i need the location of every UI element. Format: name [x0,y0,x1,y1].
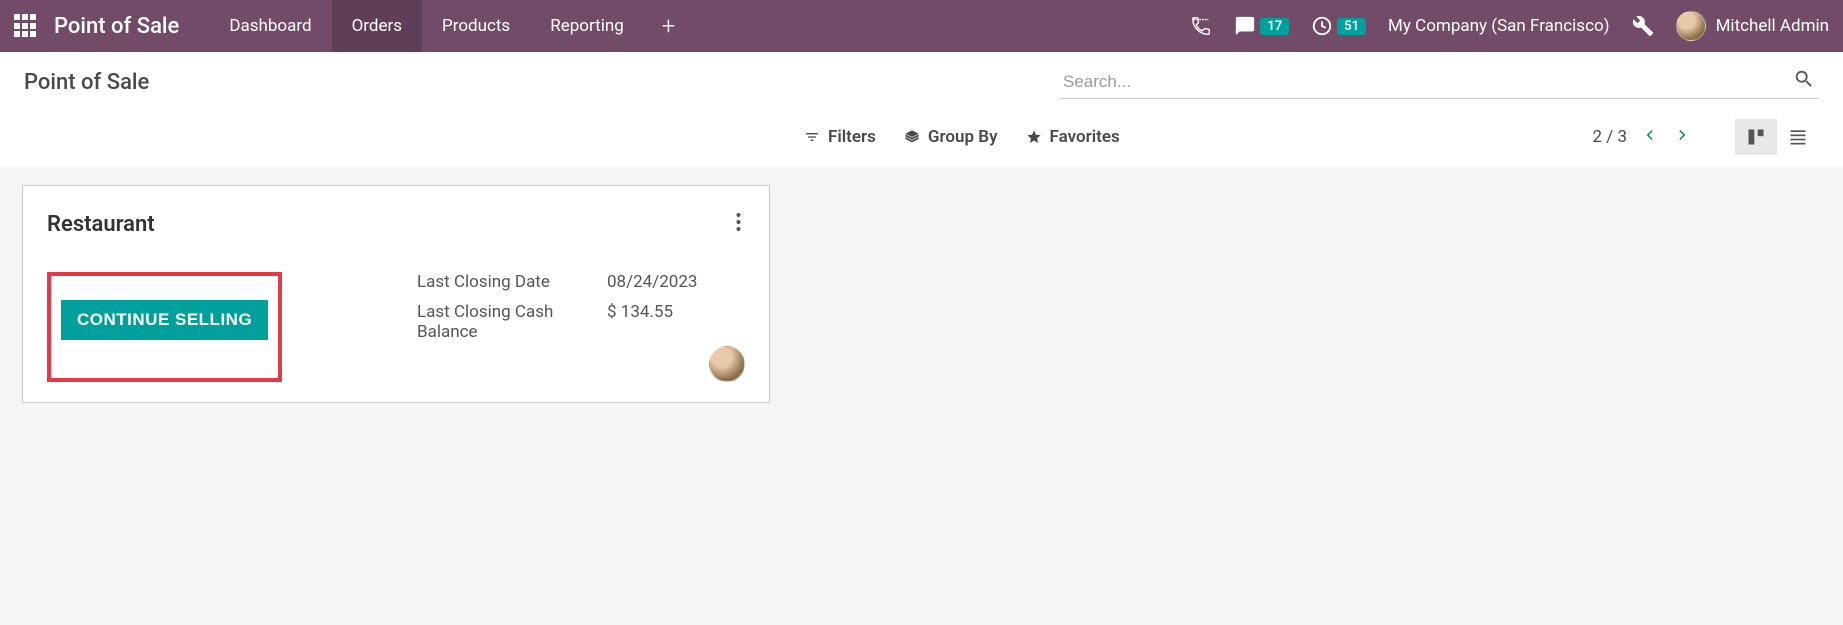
pager-prev-icon[interactable] [1641,126,1659,148]
nav-orders[interactable]: Orders [332,0,422,52]
filter-toolbar: Filters Group By Favorites [804,127,1120,147]
list-icon [1788,127,1808,147]
card-title: Restaurant [47,212,155,237]
search-input[interactable] [1059,66,1819,99]
messages-icon[interactable]: 17 [1234,15,1289,37]
kanban-icon [1746,127,1766,147]
app-title[interactable]: Point of Sale [54,14,179,39]
favorites-button[interactable]: Favorites [1026,127,1120,147]
page-title: Point of Sale [24,70,149,95]
nav-dashboard[interactable]: Dashboard [209,0,331,52]
layers-icon [904,129,920,145]
top-navbar: Point of Sale Dashboard Orders Products … [0,0,1843,52]
topbar-right: 17 51 My Company (San Francisco) Mitchel… [1190,11,1829,41]
apps-menu-icon[interactable] [14,14,38,38]
pos-card-restaurant: Restaurant CONTINUE SELLING Last Closing… [22,185,770,403]
list-view-button[interactable] [1777,119,1819,155]
content-area: Restaurant CONTINUE SELLING Last Closing… [0,167,1843,421]
control-panel: Point of Sale Filters Group By Favorites [0,52,1843,167]
user-menu[interactable]: Mitchell Admin [1676,11,1829,41]
avatar-icon [709,346,745,382]
company-selector[interactable]: My Company (San Francisco) [1388,16,1610,36]
user-name: Mitchell Admin [1716,16,1829,36]
pager-text[interactable]: 2 / 3 [1592,127,1627,147]
debug-tools-icon[interactable] [1632,15,1654,37]
nav-add-icon[interactable]: + [644,0,694,52]
filters-button[interactable]: Filters [804,127,876,147]
pager: 2 / 3 [1592,119,1819,155]
card-menu-icon[interactable] [732,208,745,240]
card-details: Last Closing Date 08/24/2023 Last Closin… [417,272,745,382]
activities-badge: 51 [1337,18,1366,35]
highlight-annotation: CONTINUE SELLING [47,272,282,382]
view-switcher [1735,119,1819,155]
nav-reporting[interactable]: Reporting [530,0,644,52]
messages-badge: 17 [1260,18,1289,35]
last-closing-date-value: 08/24/2023 [607,272,745,292]
nav-products[interactable]: Products [422,0,530,52]
nav-menu: Dashboard Orders Products Reporting + [209,0,693,52]
activities-icon[interactable]: 51 [1311,15,1366,37]
continue-selling-button[interactable]: CONTINUE SELLING [61,300,268,340]
avatar-icon [1676,11,1706,41]
card-responsible-avatar[interactable] [709,346,745,386]
star-icon [1026,129,1042,145]
pager-next-icon[interactable] [1673,126,1691,148]
kanban-view-button[interactable] [1735,119,1777,155]
last-closing-balance-value: $ 134.55 [607,302,745,342]
search-container [1059,66,1819,99]
last-closing-balance-label: Last Closing Cash Balance [417,302,607,342]
phone-icon[interactable] [1190,15,1212,37]
search-icon[interactable] [1793,68,1815,94]
groupby-button[interactable]: Group By [904,127,998,147]
filter-icon [804,129,820,145]
last-closing-date-label: Last Closing Date [417,272,607,292]
